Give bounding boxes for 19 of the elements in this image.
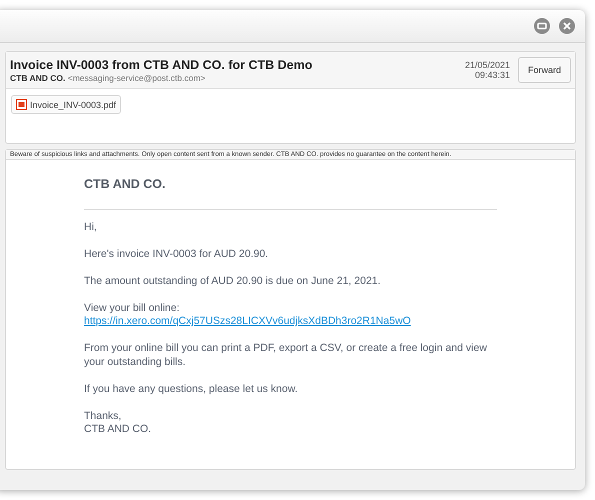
- body-text: CTB AND CO.: [84, 423, 152, 436]
- minimize-icon[interactable]: [534, 18, 550, 34]
- time: 09:43:31: [474, 70, 510, 80]
- body-text: From your online bill you can print a PDF, export a CSV, or create a free login and view your outstanding bills.: [84, 342, 488, 369]
- subject: Invoice INV-0003 from CTB AND CO. for CTB Demo: [10, 58, 314, 72]
- pdf-icon: [16, 99, 27, 110]
- forward-button[interactable]: Forward: [518, 57, 571, 83]
- body-text: The amount outstanding of AUD 20.90 is due on June 21, 2021.: [84, 274, 382, 288]
- company-name: CTB AND CO.: [84, 178, 497, 210]
- bill-link[interactable]: https://in.xero.com/qCxj57USzs28LICXVv6udjksXdBDh3ro2R1Na5wO: [84, 315, 497, 328]
- body-text: Here's invoice INV-0003 for AUD 20.90.: [84, 248, 270, 261]
- body-text: If you have any questions, please let us know.: [84, 382, 299, 396]
- body-text: Thanks,: [84, 410, 122, 423]
- body-text: Hi,: [84, 220, 98, 234]
- sender: CTB AND CO. <messaging-service@post.ctb.com>: [10, 72, 206, 82]
- attachment[interactable]: Invoice_INV-0003.pdf: [11, 95, 122, 114]
- body-text: View your bill online:: [84, 302, 181, 315]
- date: 21/05/2021: [464, 60, 510, 70]
- close-icon[interactable]: [559, 18, 575, 34]
